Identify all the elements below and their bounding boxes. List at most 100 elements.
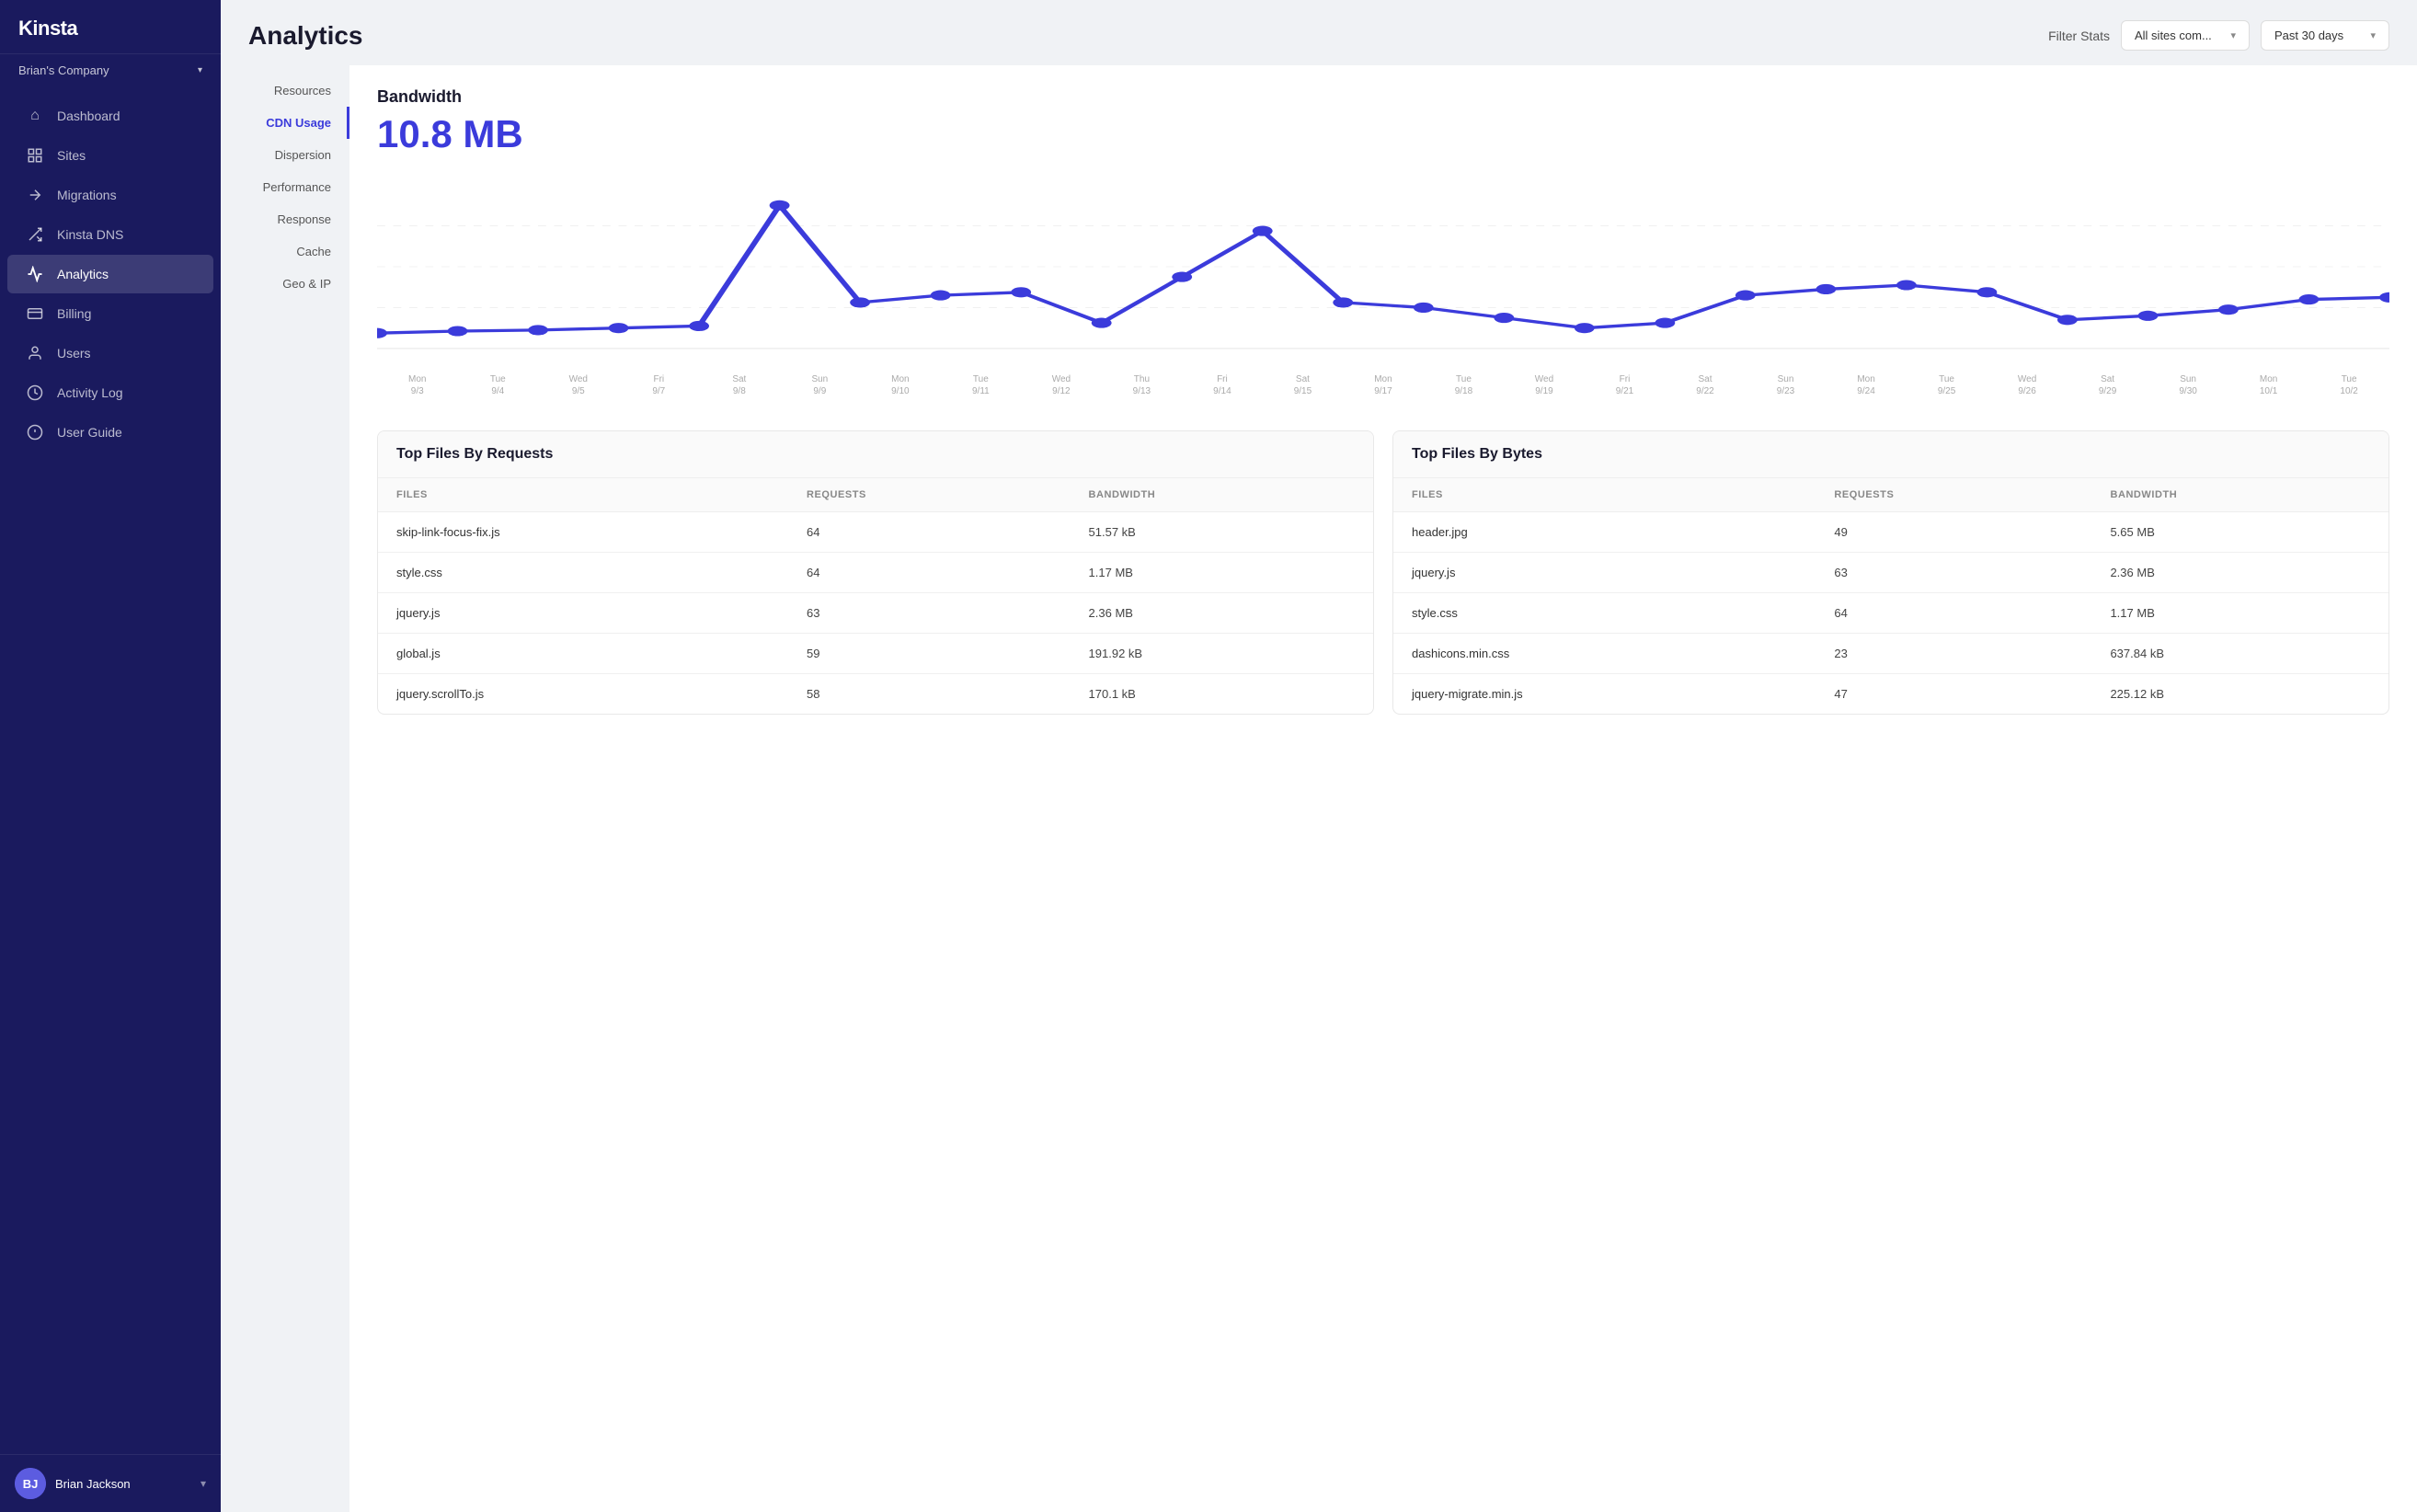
bandwidth-chart — [377, 175, 2389, 359]
table-row: style.css 64 1.17 MB — [1393, 593, 2388, 634]
footer-chevron-icon: ▾ — [200, 1477, 206, 1490]
file-bandwidth: 1.17 MB — [1071, 553, 1373, 593]
site-filter-value: All sites com... — [2135, 29, 2212, 42]
sub-nav-dispersion[interactable]: Dispersion — [221, 139, 349, 171]
bandwidth-title: Bandwidth — [377, 87, 2389, 107]
x-label: Sat9/8 — [699, 373, 780, 397]
table-row: jquery-migrate.min.js 47 225.12 kB — [1393, 674, 2388, 715]
user-guide-icon — [26, 423, 44, 441]
x-label: Sun9/9 — [780, 373, 861, 397]
x-label: Mon9/24 — [1826, 373, 1907, 397]
file-requests: 49 — [1816, 512, 2091, 553]
x-label: Fri9/21 — [1585, 373, 1666, 397]
period-filter-dropdown[interactable]: Past 30 days ▾ — [2261, 20, 2389, 51]
main-area: Analytics Filter Stats All sites com... … — [221, 0, 2417, 1512]
file-name: jquery-migrate.min.js — [1393, 674, 1816, 715]
file-requests: 64 — [788, 553, 1071, 593]
sub-nav-cdn-usage[interactable]: CDN Usage — [221, 107, 349, 139]
page-title: Analytics — [248, 21, 363, 51]
sidebar-item-users[interactable]: Users — [7, 334, 213, 372]
filter-label: Filter Stats — [2048, 29, 2110, 43]
sidebar-item-sites[interactable]: Sites — [7, 136, 213, 175]
table-row: global.js 59 191.92 kB — [378, 634, 1373, 674]
x-label: Mon10/1 — [2228, 373, 2309, 397]
sidebar-item-label: Analytics — [57, 267, 109, 281]
sidebar-item-label: Billing — [57, 306, 91, 321]
x-label: Tue9/25 — [1907, 373, 1987, 397]
users-icon — [26, 344, 44, 362]
x-label: Tue9/18 — [1424, 373, 1505, 397]
sidebar-header: Kinsta — [0, 0, 221, 54]
sidebar-item-migrations[interactable]: Migrations — [7, 176, 213, 214]
sites-icon — [26, 146, 44, 165]
file-name: skip-link-focus-fix.js — [378, 512, 788, 553]
file-name: header.jpg — [1393, 512, 1816, 553]
sub-nav-response[interactable]: Response — [221, 203, 349, 235]
sidebar-item-dashboard[interactable]: ⌂ Dashboard — [7, 97, 213, 135]
top-files-bytes-title: Top Files By Bytes — [1393, 431, 2388, 478]
file-name: style.css — [1393, 593, 1816, 634]
table-row: jquery.scrollTo.js 58 170.1 kB — [378, 674, 1373, 715]
x-label: Sun9/23 — [1746, 373, 1827, 397]
company-name: Brian's Company — [18, 63, 109, 77]
top-files-requests-title: Top Files By Requests — [378, 431, 1373, 478]
sidebar-item-label: Activity Log — [57, 385, 123, 400]
file-bandwidth: 51.57 kB — [1071, 512, 1373, 553]
table-row: skip-link-focus-fix.js 64 51.57 kB — [378, 512, 1373, 553]
x-label: Wed9/12 — [1021, 373, 1102, 397]
file-name: dashicons.min.css — [1393, 634, 1816, 674]
svg-text:BJ: BJ — [23, 1477, 39, 1491]
x-label: Sat9/22 — [1665, 373, 1746, 397]
sidebar-item-label: Kinsta DNS — [57, 227, 123, 242]
file-requests: 58 — [788, 674, 1071, 715]
bandwidth-value: 10.8 MB — [377, 112, 2389, 156]
bandwidth-section: Bandwidth 10.8 MB — [377, 87, 2389, 403]
billing-icon — [26, 304, 44, 323]
file-name: jquery.js — [1393, 553, 1816, 593]
file-name: jquery.js — [378, 593, 788, 634]
sidebar-item-kinsta-dns[interactable]: Kinsta DNS — [7, 215, 213, 254]
kinsta-logo: Kinsta — [18, 17, 77, 40]
x-label: Tue10/2 — [2308, 373, 2389, 397]
file-bandwidth: 225.12 kB — [2091, 674, 2388, 715]
analytics-icon — [26, 265, 44, 283]
x-label: Mon9/17 — [1343, 373, 1424, 397]
col-bandwidth: BANDWIDTH — [2091, 478, 2388, 512]
sidebar-item-billing[interactable]: Billing — [7, 294, 213, 333]
sidebar-item-user-guide[interactable]: User Guide — [7, 413, 213, 452]
top-files-requests-table: FILES REQUESTS BANDWIDTH skip-link-focus… — [378, 478, 1373, 714]
sidebar: Kinsta Brian's Company ▾ ⌂ Dashboard Sit… — [0, 0, 221, 1512]
sub-nav-resources[interactable]: Resources — [221, 74, 349, 107]
file-requests: 63 — [1816, 553, 2091, 593]
sidebar-item-activity-log[interactable]: Activity Log — [7, 373, 213, 412]
x-label: Fri9/7 — [619, 373, 700, 397]
sidebar-item-analytics[interactable]: Analytics — [7, 255, 213, 293]
sub-nav-geo-ip[interactable]: Geo & IP — [221, 268, 349, 300]
col-files: FILES — [1393, 478, 1816, 512]
sidebar-item-label: Dashboard — [57, 109, 120, 123]
file-bandwidth: 170.1 kB — [1071, 674, 1373, 715]
file-bandwidth: 2.36 MB — [1071, 593, 1373, 634]
top-files-bytes-card: Top Files By Bytes FILES REQUESTS BANDWI… — [1392, 430, 2389, 715]
file-requests: 64 — [1816, 593, 2091, 634]
sub-nav-performance[interactable]: Performance — [221, 171, 349, 203]
company-selector[interactable]: Brian's Company ▾ — [0, 54, 221, 86]
file-bandwidth: 2.36 MB — [2091, 553, 2388, 593]
col-requests: REQUESTS — [788, 478, 1071, 512]
sub-nav: Resources CDN Usage Dispersion Performan… — [221, 65, 349, 1512]
file-bandwidth: 1.17 MB — [2091, 593, 2388, 634]
x-label: Wed9/26 — [1987, 373, 2068, 397]
table-row: header.jpg 49 5.65 MB — [1393, 512, 2388, 553]
sidebar-item-label: User Guide — [57, 425, 122, 440]
file-name: style.css — [378, 553, 788, 593]
chart-x-axis: Mon9/3 Tue9/4 Wed9/5 Fri9/7 Sat9/8 Sun9/… — [377, 368, 2389, 403]
content-area: Resources CDN Usage Dispersion Performan… — [221, 65, 2417, 1512]
sub-nav-cache[interactable]: Cache — [221, 235, 349, 268]
main-content: Bandwidth 10.8 MB — [349, 65, 2417, 1512]
user-name: Brian Jackson — [55, 1477, 131, 1491]
user-info[interactable]: BJ Brian Jackson — [15, 1468, 131, 1499]
col-files: FILES — [378, 478, 788, 512]
top-files-bytes-table: FILES REQUESTS BANDWIDTH header.jpg 49 5… — [1393, 478, 2388, 714]
site-filter-dropdown[interactable]: All sites com... ▾ — [2121, 20, 2250, 51]
x-label: Mon9/10 — [860, 373, 941, 397]
